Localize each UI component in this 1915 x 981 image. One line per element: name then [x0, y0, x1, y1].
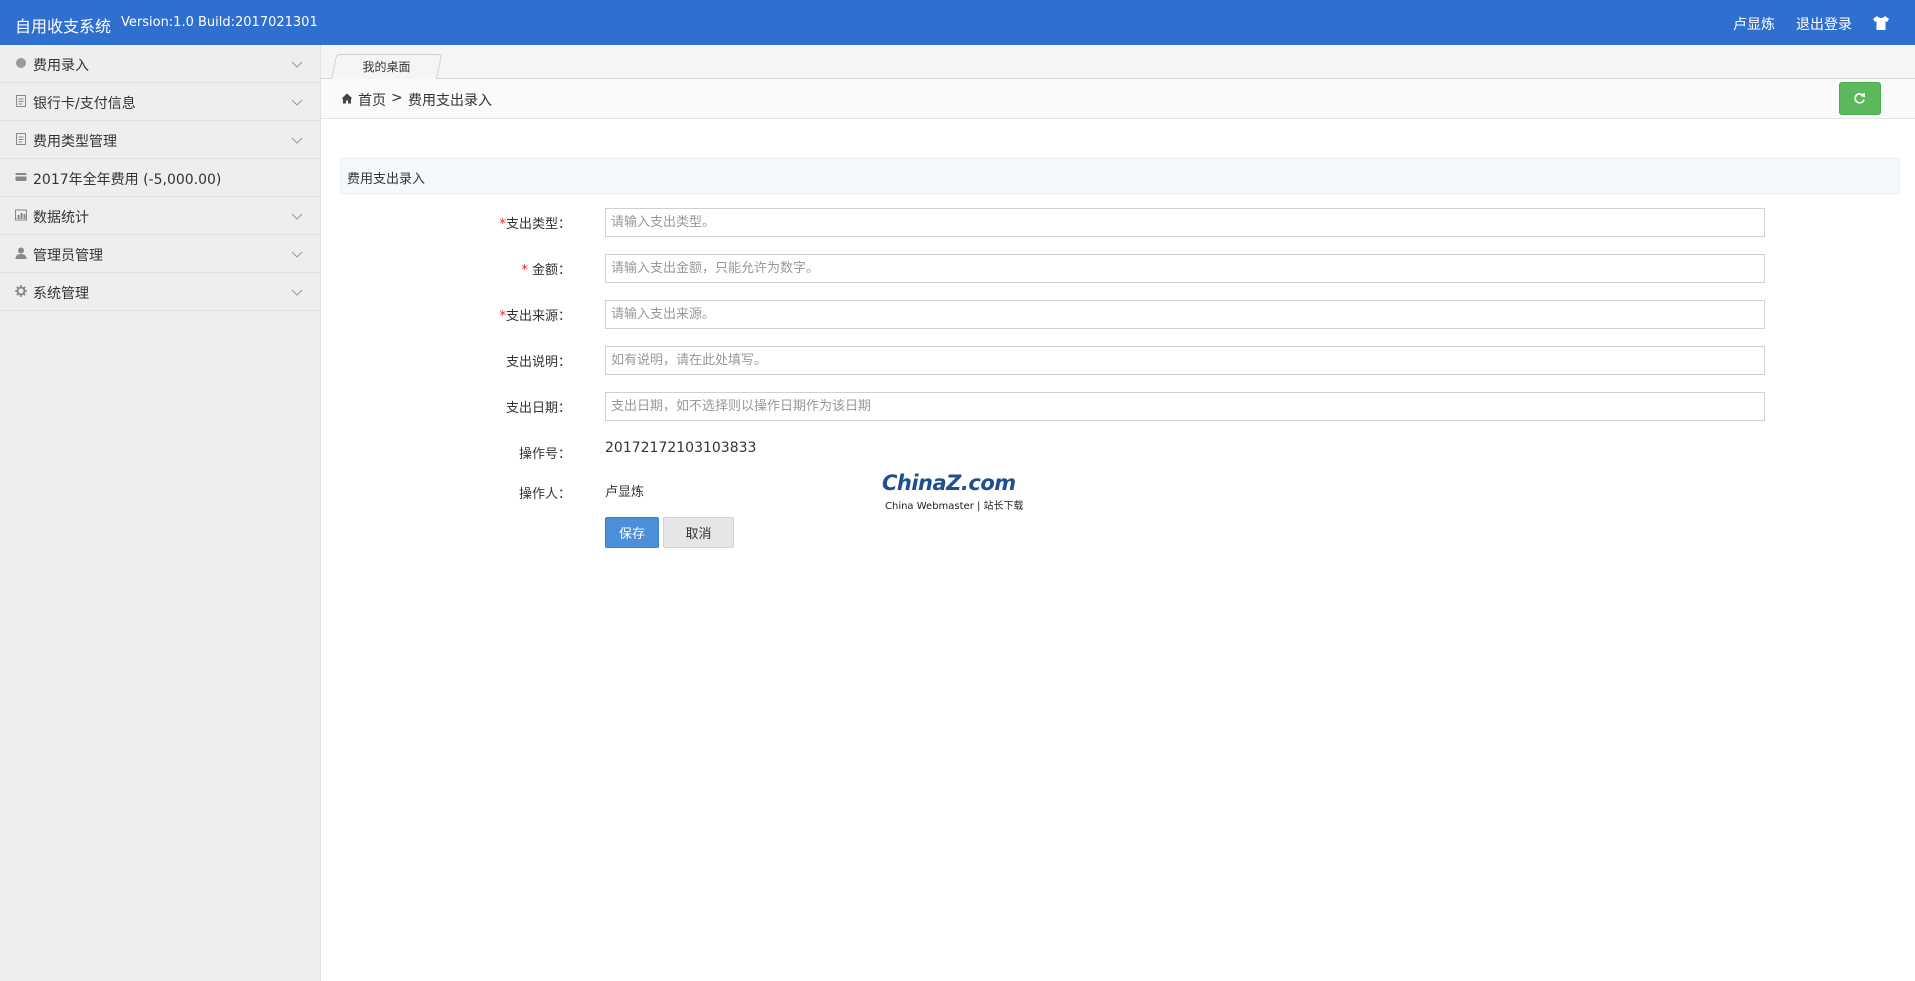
refresh-button[interactable] [1839, 82, 1881, 115]
tab-bar: 我的桌面 [321, 45, 1915, 79]
cancel-button[interactable]: 取消 [663, 517, 734, 548]
breadcrumb: 首页 > 费用支出录入 [321, 79, 1915, 119]
amount-input[interactable] [605, 254, 1765, 283]
app-version: Version:1.0 Build:2017021301 [121, 15, 318, 30]
chevron-down-icon [291, 134, 303, 144]
date-input[interactable] [605, 392, 1765, 421]
home-icon [341, 93, 353, 104]
chevron-down-icon [291, 96, 303, 106]
expense-type-label-text: 支出类型： [505, 217, 571, 232]
date-label: 支出日期： [505, 401, 571, 416]
sidebar-item-label: 数据统计 [33, 210, 89, 226]
operation-no-value: 20172172103103833 [605, 440, 757, 456]
description-input[interactable] [605, 346, 1765, 375]
current-user-link[interactable]: 卢显炼 [1733, 14, 1775, 34]
chinaz-watermark-logo: ChinaZ.com China Webmaster | 站长下载 [882, 471, 1027, 512]
sidebar-item-statistics[interactable]: 数据统计 [0, 197, 320, 235]
expense-type-input[interactable] [605, 208, 1765, 237]
user-icon [15, 247, 27, 259]
tab-label: 我的桌面 [362, 60, 411, 74]
shirt-icon[interactable] [1872, 15, 1890, 31]
breadcrumb-home-link[interactable]: 首页 [358, 90, 386, 110]
logo-sub-text: China Webmaster | 站长下载 [885, 501, 1024, 512]
sidebar-item-label: 系统管理 [33, 286, 89, 302]
logo-main-text: ChinaZ.com [882, 471, 1016, 495]
app-title: 自用收支系统 [15, 17, 112, 36]
expense-type-label: *支出类型： [401, 213, 571, 232]
panel-header: 费用支出录入 [340, 158, 1900, 194]
card-icon [15, 171, 27, 183]
chevron-down-icon [291, 286, 303, 296]
tab-my-desktop[interactable]: 我的桌面 [331, 54, 443, 79]
chevron-down-icon [291, 58, 303, 68]
save-button[interactable]: 保存 [605, 517, 659, 548]
panel-title: 费用支出录入 [347, 172, 426, 187]
sidebar-item-label: 2017年全年费用 (-5,000.00) [33, 172, 222, 188]
sidebar-item-yearly-expense[interactable]: 2017年全年费用 (-5,000.00) [0, 159, 320, 197]
amount-label: * 金额： [401, 259, 571, 278]
chevron-down-icon [291, 248, 303, 258]
amount-label-text: 金额： [531, 263, 571, 278]
document-icon [15, 133, 27, 145]
document-icon [15, 95, 27, 107]
sidebar: 费用录入 银行卡/支付信息 费用类型管理 2017年全年费用 (-5,000.0… [0, 45, 321, 981]
source-label: *支出来源： [401, 305, 571, 324]
sidebar-item-bank-cards[interactable]: 银行卡/支付信息 [0, 83, 320, 121]
sidebar-item-label: 银行卡/支付信息 [33, 96, 136, 112]
sidebar-item-label: 管理员管理 [33, 248, 103, 264]
circle-icon [15, 57, 27, 69]
operator-label: 操作人： [518, 487, 571, 502]
sidebar-item-system-management[interactable]: 系统管理 [0, 273, 320, 311]
breadcrumb-current: 费用支出录入 [408, 93, 492, 109]
logout-link[interactable]: 退出登录 [1796, 14, 1852, 34]
sidebar-item-admin-management[interactable]: 管理员管理 [0, 235, 320, 273]
top-header: 自用收支系统 Version:1.0 Build:2017021301 卢显炼 … [0, 0, 1915, 45]
sidebar-item-label: 费用类型管理 [33, 134, 117, 150]
source-input[interactable] [605, 300, 1765, 329]
operation-no-label: 操作号： [518, 447, 571, 462]
chevron-down-icon [291, 210, 303, 220]
sidebar-item-label: 费用录入 [33, 58, 89, 74]
gear-icon [15, 285, 27, 297]
required-mark: * [521, 263, 528, 278]
chart-icon [15, 209, 27, 221]
operator-value: 卢显炼 [605, 485, 645, 500]
source-label-text: 支出来源： [505, 309, 571, 324]
breadcrumb-separator: > [391, 90, 403, 106]
sidebar-item-expense-types[interactable]: 费用类型管理 [0, 121, 320, 159]
description-label: 支出说明： [505, 355, 571, 370]
sidebar-item-expense-entry[interactable]: 费用录入 [0, 45, 320, 83]
